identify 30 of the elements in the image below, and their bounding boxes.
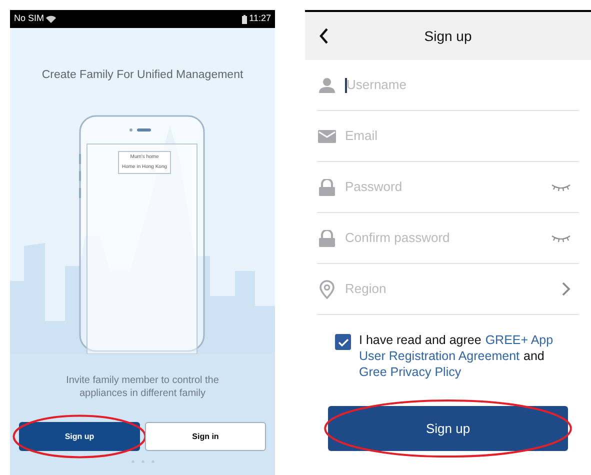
lock-icon (318, 230, 336, 246)
agreement-link[interactable]: GREE+ App (485, 332, 554, 348)
wifi-icon (46, 15, 56, 23)
closed-eye-icon (551, 234, 571, 242)
agreement-text: I have read and agree (359, 332, 482, 348)
agreement-link[interactable]: User Registration Agreement (359, 348, 520, 364)
welcome-description: Invite family member to control the appliances in different family (65, 374, 220, 400)
sign-in-button[interactable]: Sign in (145, 422, 266, 452)
clock-time: 11:27 (249, 12, 271, 26)
carrier-text: No SIM (14, 12, 44, 26)
lock-icon (318, 178, 336, 196)
field-placeholder: Username (346, 76, 408, 94)
header-title: Sign up (424, 26, 472, 46)
sign-up-button[interactable]: Sign up (328, 406, 568, 451)
closed-eye-icon (551, 183, 571, 191)
person-icon (318, 77, 336, 93)
battery-icon (242, 14, 248, 24)
sign-up-button[interactable]: Sign up (19, 422, 140, 452)
chevron-right-icon (562, 282, 571, 296)
agreement-link[interactable]: Gree Privacy Plicy (359, 364, 462, 380)
check-icon (338, 338, 348, 346)
field-placeholder: Password (345, 178, 404, 196)
envelope-icon (318, 130, 336, 142)
welcome-title: Create Family For Unified Management (42, 68, 244, 83)
agreement-text: and (524, 348, 544, 364)
field-placeholder: Region (345, 280, 388, 298)
field-placeholder: Email (345, 127, 379, 146)
field-placeholder: Confirm password (345, 229, 451, 248)
agree-checkbox[interactable] (335, 334, 351, 350)
location-pin-icon (319, 280, 335, 298)
